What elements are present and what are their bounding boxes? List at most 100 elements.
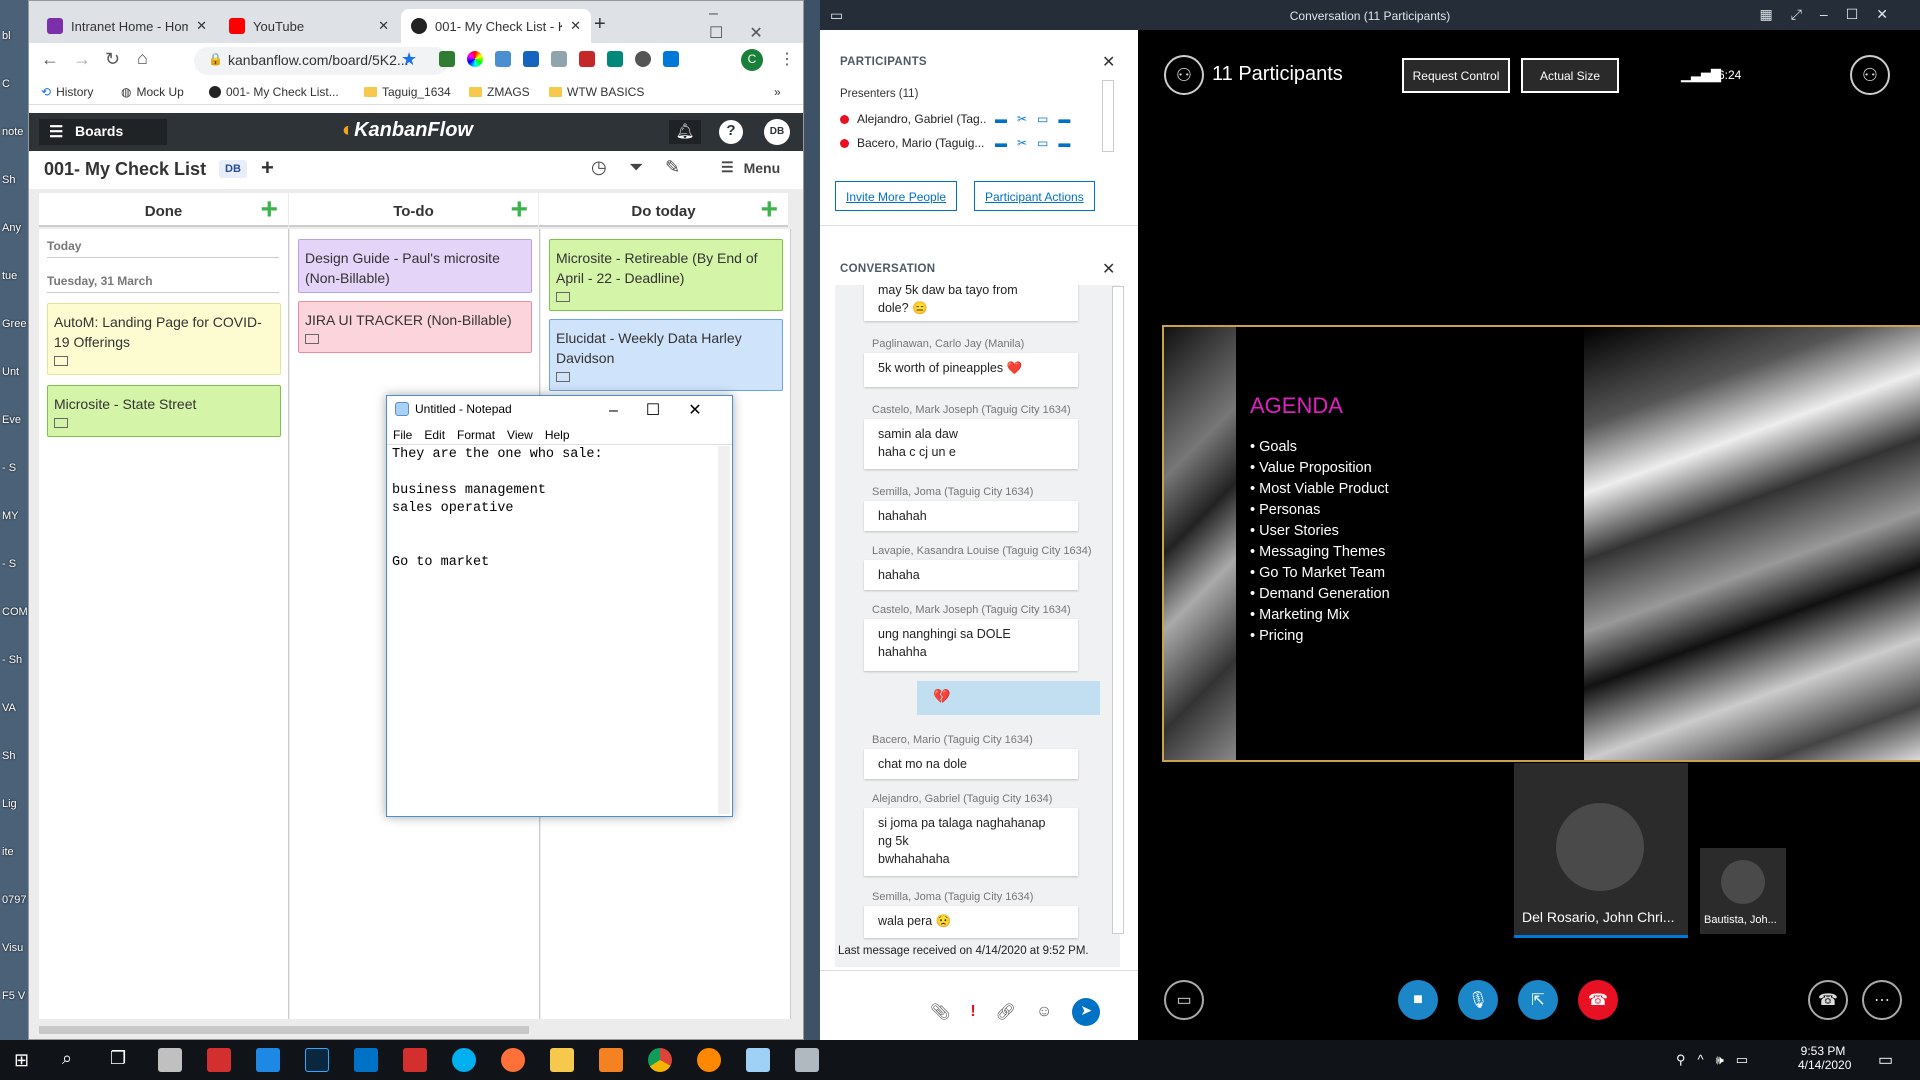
attach-icon[interactable]: 📎︎	[930, 1002, 950, 1022]
board-member-badge[interactable]: DB	[219, 160, 247, 178]
notepad-scrollbar[interactable]	[718, 446, 730, 814]
conversation-scrollbar[interactable]	[1112, 286, 1124, 934]
task-card[interactable]: JIRA UI TRACKER (Non-Billable)	[298, 301, 532, 353]
tab-youtube[interactable]: YouTube ✕	[219, 9, 399, 43]
skype-icon[interactable]	[452, 1048, 476, 1072]
paint-icon[interactable]	[158, 1048, 182, 1072]
task-card[interactable]: Microsite - Retireable (By End of April …	[549, 239, 783, 311]
notepad-taskbar-icon[interactable]	[746, 1048, 770, 1072]
menu-button[interactable]: ☰ Menu	[721, 159, 780, 176]
back-icon[interactable]: ←	[41, 49, 59, 70]
filter-icon[interactable]: ⏷	[629, 157, 643, 178]
menu-file[interactable]: File	[393, 428, 412, 442]
task-card[interactable]: Design Guide - Paul's microsite (Non-Bil…	[298, 239, 532, 293]
home-icon[interactable]: ⌂	[137, 48, 148, 69]
add-participant-icon[interactable]: ⚇	[1850, 55, 1890, 95]
horizontal-scrollbar[interactable]	[39, 1026, 529, 1034]
bookmark-taguig[interactable]: Taguig_1634	[364, 85, 451, 99]
invite-button[interactable]: Invite More People	[835, 181, 958, 211]
profile-avatar[interactable]: C	[741, 49, 763, 71]
extension-icon[interactable]	[551, 51, 567, 67]
reload-icon[interactable]: ↻	[105, 49, 120, 70]
window-controls[interactable]: ▦⤢–☐✕	[1760, 6, 1907, 23]
windows-icon[interactable]	[663, 51, 679, 67]
menu-format[interactable]: Format	[457, 428, 495, 442]
search-icon[interactable]: ⌕	[62, 1048, 72, 1069]
new-tab-icon[interactable]: +	[594, 13, 606, 36]
add-member-icon[interactable]: +	[261, 155, 274, 181]
menu-view[interactable]: View	[507, 428, 533, 442]
creative-cloud-icon[interactable]	[403, 1048, 427, 1072]
notification-bell-icon[interactable]: 🔔︎	[669, 120, 701, 144]
send-icon[interactable]: ➤	[1072, 998, 1101, 1026]
link-icon[interactable]: 🔗︎	[996, 1002, 1016, 1022]
task-card[interactable]: Elucidat - Weekly Data Harley Davidson	[549, 319, 783, 391]
actual-size-button[interactable]: Actual Size	[1521, 58, 1619, 93]
pdf-icon[interactable]	[579, 51, 595, 67]
bookmark-zmags[interactable]: ZMAGS	[469, 85, 530, 99]
participant-action-icons[interactable]: ▬✂▭▬	[995, 136, 1080, 150]
notifications-icon[interactable]: ▭	[1878, 1050, 1893, 1070]
video-tile-main[interactable]: Del Rosario, John Chri...	[1514, 763, 1688, 938]
chat-toggle-icon[interactable]: ▭	[1164, 980, 1204, 1020]
start-icon[interactable]: ⊞	[14, 1050, 29, 1071]
bookmark-mockup[interactable]: ◍ Mock Up	[121, 85, 184, 99]
extension-icon[interactable]	[635, 51, 651, 67]
task-view-icon[interactable]: ❐	[110, 1048, 126, 1069]
tab-intranet[interactable]: Intranet Home - Home ✕	[37, 9, 217, 43]
clock[interactable]: 9:53 PM 4/14/2020	[1798, 1044, 1851, 1072]
add-task-icon[interactable]: +	[260, 195, 278, 225]
system-tray-icons[interactable]: ⚲^🕪▭	[1676, 1052, 1760, 1068]
color-picker-icon[interactable]	[467, 51, 483, 67]
video-icon[interactable]: ■	[1398, 980, 1438, 1020]
forward-icon[interactable]: →	[73, 49, 91, 70]
mute-icon[interactable]: 🎙︎	[1458, 980, 1498, 1020]
menu-help[interactable]: Help	[545, 428, 570, 442]
add-task-icon[interactable]: +	[760, 195, 778, 225]
bookmark-history[interactable]: ⟲ History	[41, 85, 93, 99]
file-explorer-icon[interactable]	[550, 1048, 574, 1072]
close-icon[interactable]: ✕	[378, 18, 389, 34]
close-participants-icon[interactable]: ✕	[1102, 52, 1115, 72]
participant-row[interactable]: Alejandro, Gabriel (Tag... ▬✂▭▬	[840, 112, 1080, 126]
outlook-icon[interactable]	[354, 1048, 378, 1072]
firefox-icon[interactable]	[501, 1048, 525, 1072]
video-tile-small[interactable]: Bautista, Joh...	[1700, 848, 1786, 934]
add-task-icon[interactable]: +	[510, 195, 528, 225]
clock-icon[interactable]: ◷	[591, 157, 607, 178]
extension-icon[interactable]	[439, 51, 455, 67]
participants-scrollbar[interactable]	[1102, 80, 1114, 152]
help-icon[interactable]: ?	[719, 120, 743, 144]
hang-up-icon[interactable]: ☎	[1578, 980, 1618, 1020]
task-card[interactable]: Microsite - State Street	[47, 385, 281, 437]
tab-kanban[interactable]: 001- My Check List - K ✕	[401, 9, 591, 43]
participant-action-icons[interactable]: ▬✂▭▬	[995, 112, 1080, 126]
extension-icon[interactable]	[523, 51, 539, 67]
present-icon[interactable]: ⇱	[1518, 980, 1558, 1020]
lightroom-icon[interactable]	[305, 1048, 329, 1072]
request-control-button[interactable]: Request Control	[1402, 58, 1510, 93]
acrobat-icon[interactable]	[207, 1048, 231, 1072]
window-controls[interactable]: –☐✕	[709, 5, 803, 43]
vue-icon[interactable]	[607, 51, 623, 67]
edit-icon[interactable]: ✎	[665, 157, 680, 178]
bookmark-checklist[interactable]: 001- My Check List...	[209, 85, 339, 99]
call-controls-icon[interactable]: ☎	[1808, 980, 1848, 1020]
importance-icon[interactable]: !	[970, 1003, 975, 1021]
participants-icon[interactable]: ⚇	[1164, 55, 1204, 95]
boards-button[interactable]: ☰ Boards	[39, 119, 167, 145]
task-card[interactable]: AutoM: Landing Page for COVID-19 Offerin…	[47, 303, 281, 375]
participant-actions-button[interactable]: Participant Actions	[974, 181, 1095, 211]
bookmark-star-icon[interactable]: ★	[401, 49, 417, 70]
vscode-icon[interactable]	[256, 1048, 280, 1072]
participant-row[interactable]: Bacero, Mario (Taguig... ▬✂▭▬	[840, 136, 1080, 150]
chrome-menu-icon[interactable]: ⋮	[779, 49, 795, 69]
more-bookmarks-icon[interactable]: »	[774, 85, 781, 99]
close-conversation-icon[interactable]: ✕	[1102, 259, 1115, 279]
chrome-icon[interactable]	[648, 1048, 672, 1072]
notepad-text-area[interactable]: They are the one who sale: business mana…	[392, 446, 603, 572]
more-options-icon[interactable]: ⋯	[1862, 980, 1902, 1020]
user-avatar[interactable]: DB	[764, 119, 790, 145]
emoticon-icon[interactable]: ☺	[1036, 1003, 1052, 1021]
close-icon[interactable]: ✕	[570, 18, 581, 34]
